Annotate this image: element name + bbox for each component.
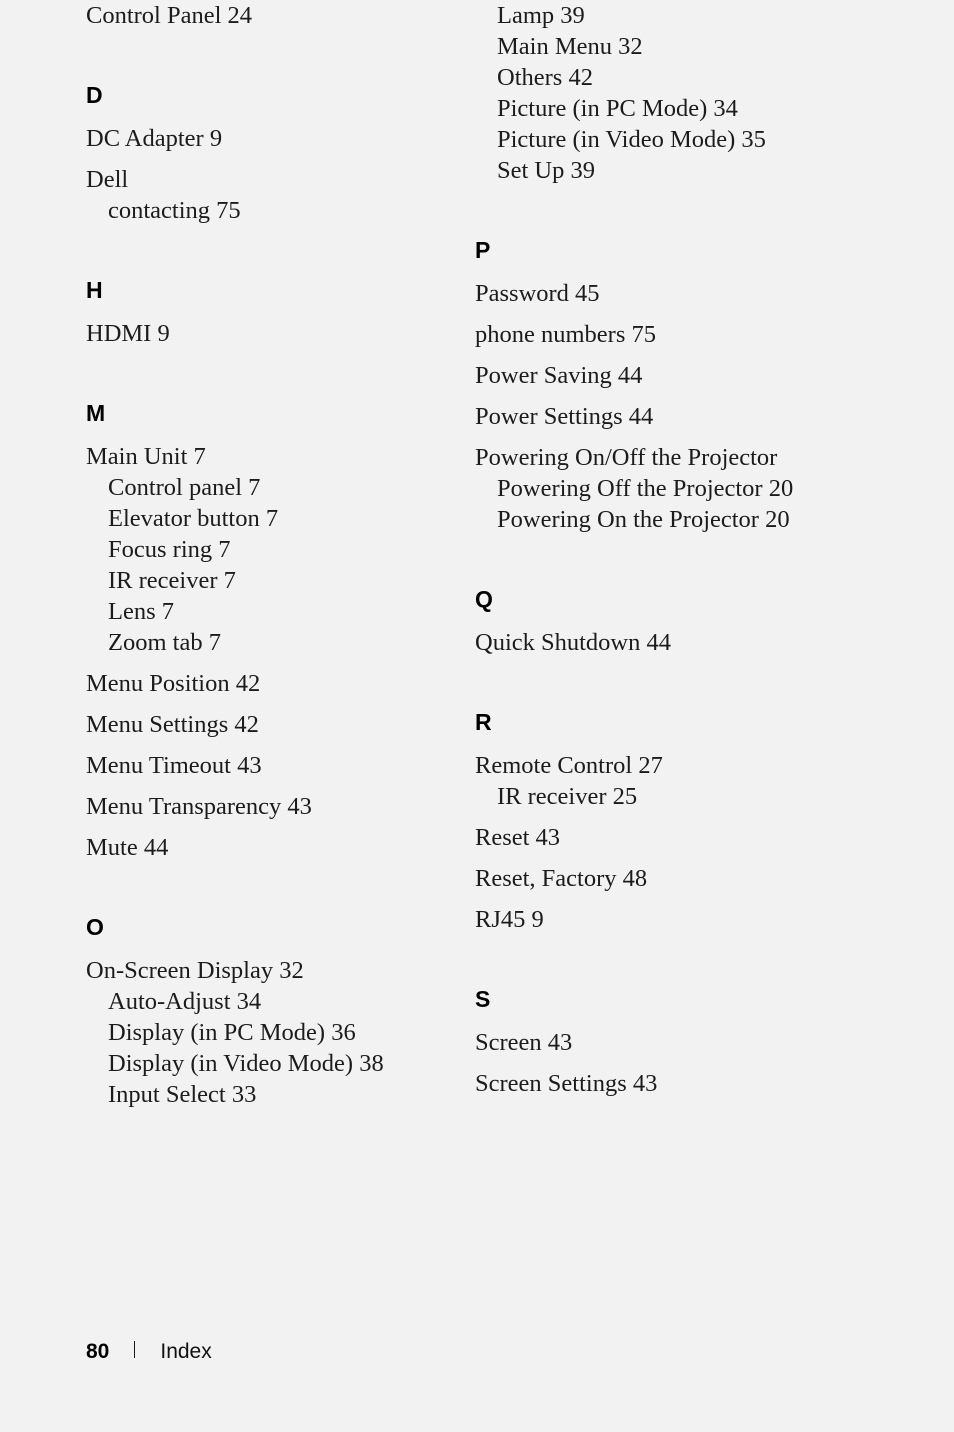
index-subentry: Lamp 39 xyxy=(497,2,585,29)
index-subentry: Input Select 33 xyxy=(108,1081,257,1108)
index-entry: Menu Settings 42 xyxy=(86,711,259,738)
footer-page-number: 80 xyxy=(86,1339,110,1363)
index-subentry: Display (in Video Mode) 38 xyxy=(108,1050,384,1077)
index-entry: Main Unit 7 xyxy=(86,443,206,470)
letter-heading-d: D xyxy=(86,82,103,108)
entry-spacer xyxy=(86,822,486,832)
index-entry: Powering On/Off the Projector xyxy=(475,444,778,471)
entry-spacer xyxy=(86,740,486,750)
entry-spacer xyxy=(475,812,875,822)
index-entry: RJ45 9 xyxy=(475,906,544,933)
index-entry: Menu Position 42 xyxy=(86,670,261,697)
letter-heading-o: O xyxy=(86,914,104,940)
heading-spacer xyxy=(475,1011,875,1027)
index-subentry: Powering Off the Projector 20 xyxy=(497,475,794,502)
entry-spacer xyxy=(86,658,486,668)
index-column-right: Lamp 39 Main Menu 32 Others 42 Picture (in … xyxy=(475,0,875,1099)
index-entry: DC Adapter 9 xyxy=(86,125,223,152)
entry-spacer xyxy=(86,781,486,791)
index-entry: phone numbers 75 xyxy=(475,321,656,348)
index-page: Control Panel 24 D DC Adapter 9 Dell contact… xyxy=(0,0,954,1432)
index-entry: Control Panel 24 xyxy=(86,2,253,29)
page-footer: 80 Index xyxy=(86,1336,212,1366)
index-entry: Reset 43 xyxy=(475,824,561,851)
index-subentry: Others 42 xyxy=(497,64,593,91)
heading-spacer xyxy=(475,734,875,750)
heading-spacer xyxy=(86,939,486,955)
entry-spacer xyxy=(475,391,875,401)
heading-spacer xyxy=(475,611,875,627)
footer-section-label: Index xyxy=(160,1339,212,1363)
letter-heading-h: H xyxy=(86,277,103,303)
letter-heading-r: R xyxy=(475,709,492,735)
index-subentry: Focus ring 7 xyxy=(108,536,231,563)
letter-heading-q: Q xyxy=(475,586,493,612)
index-subentry: Picture (in Video Mode) 35 xyxy=(497,126,766,153)
index-entry: Password 45 xyxy=(475,280,600,307)
index-entry: Menu Timeout 43 xyxy=(86,752,262,779)
index-subentry: Elevator button 7 xyxy=(108,505,279,532)
index-subentry: contacting 75 xyxy=(108,197,241,224)
index-entry: Dell xyxy=(86,166,129,193)
heading-spacer xyxy=(475,262,875,278)
entry-spacer xyxy=(475,853,875,863)
index-entry: Mute 44 xyxy=(86,834,169,861)
letter-heading-m: M xyxy=(86,400,105,426)
entry-spacer xyxy=(86,699,486,709)
index-entry: Remote Control 27 xyxy=(475,752,663,779)
letter-heading-p: P xyxy=(475,237,490,263)
index-entry: Menu Transparency 43 xyxy=(86,793,312,820)
index-entry: Screen Settings 43 xyxy=(475,1070,658,1097)
index-subentry: Set Up 39 xyxy=(497,157,595,184)
index-entry: Power Saving 44 xyxy=(475,362,643,389)
index-subentry: Display (in PC Mode) 36 xyxy=(108,1019,356,1046)
index-entry: Screen 43 xyxy=(475,1029,573,1056)
letter-heading-s: S xyxy=(475,986,490,1012)
index-subentry: IR receiver 7 xyxy=(108,567,236,594)
heading-spacer xyxy=(86,425,486,441)
index-column-left: Control Panel 24 D DC Adapter 9 Dell contact… xyxy=(86,0,486,1110)
index-entry: Power Settings 44 xyxy=(475,403,654,430)
index-entry: On-Screen Display 32 xyxy=(86,957,304,984)
index-subentry: Powering On the Projector 20 xyxy=(497,506,790,533)
index-entry: HDMI 9 xyxy=(86,320,170,347)
index-entry: Quick Shutdown 44 xyxy=(475,629,671,656)
index-subentry: Lens 7 xyxy=(108,598,174,625)
entry-spacer xyxy=(475,350,875,360)
vertical-bar-icon xyxy=(134,1341,136,1358)
index-entry: Reset, Factory 48 xyxy=(475,865,648,892)
index-subentry: Auto-Adjust 34 xyxy=(108,988,262,1015)
entry-spacer xyxy=(475,1058,875,1068)
index-columns: Control Panel 24 D DC Adapter 9 Dell contact… xyxy=(0,0,954,1300)
entry-spacer xyxy=(475,894,875,904)
index-subentry: Picture (in PC Mode) 34 xyxy=(497,95,738,122)
entry-spacer xyxy=(475,432,875,442)
entry-spacer xyxy=(475,309,875,319)
index-subentry: Main Menu 32 xyxy=(497,33,643,60)
index-subentry: IR receiver 25 xyxy=(497,783,638,810)
entry-spacer xyxy=(86,154,486,164)
index-subentry: Zoom tab 7 xyxy=(108,629,221,656)
heading-spacer xyxy=(86,107,486,123)
heading-spacer xyxy=(86,302,486,318)
index-subentry: Control panel 7 xyxy=(108,474,261,501)
